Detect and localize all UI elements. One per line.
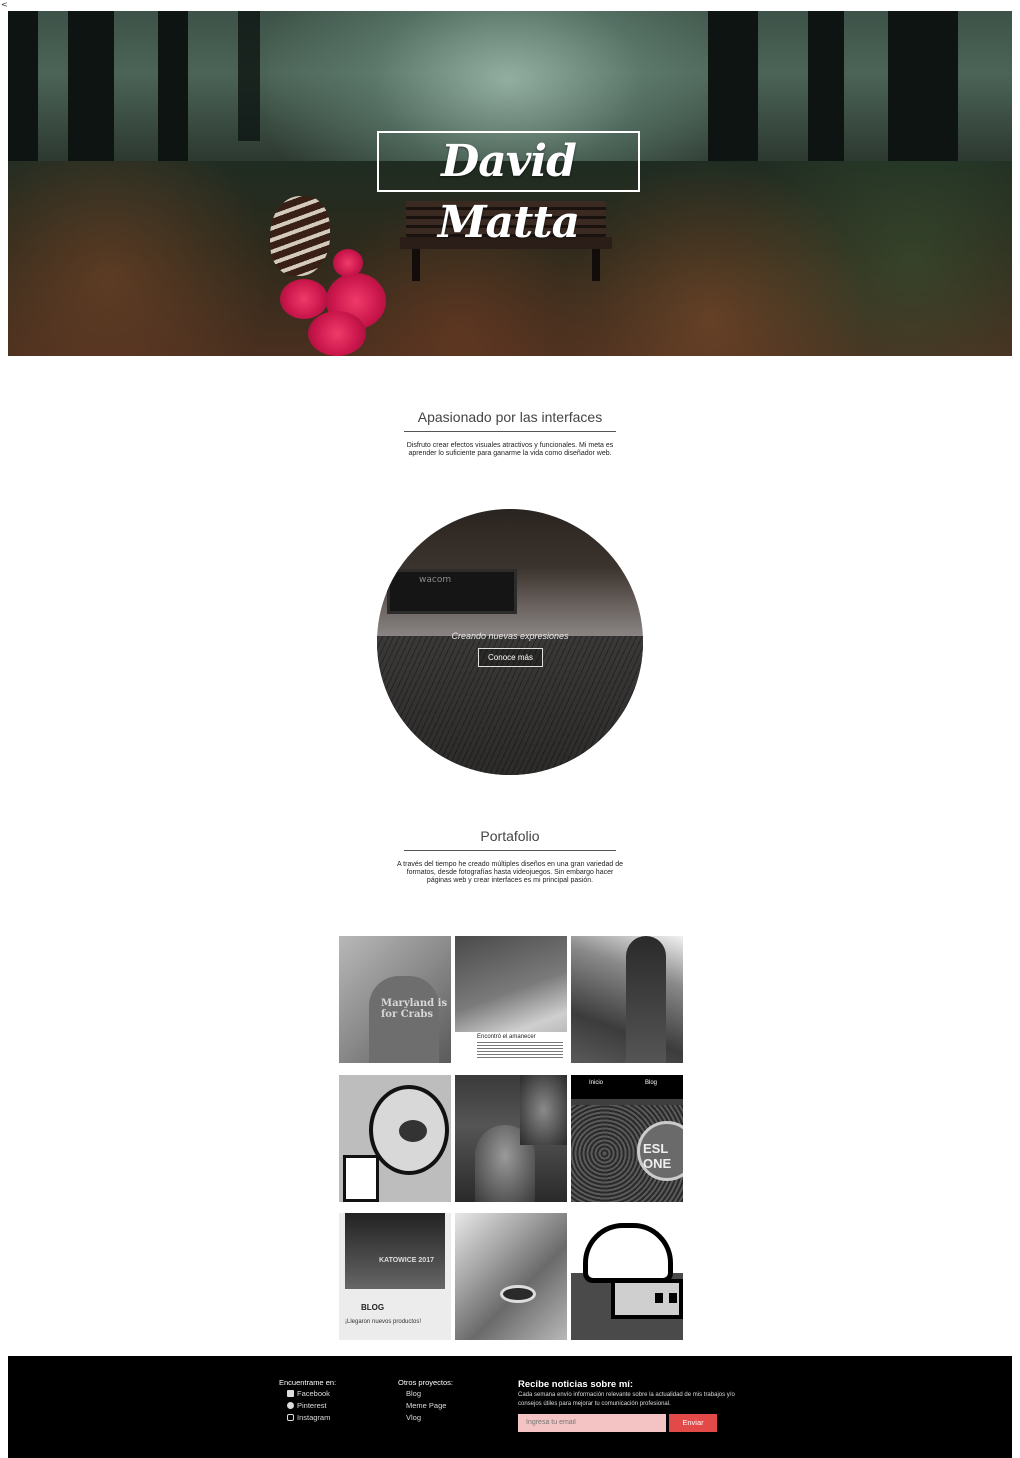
nav-item-blog: Blog (645, 1080, 658, 1086)
portfolio-tile-katowice[interactable]: KATOWICE 2017 BLOG ¡Llegaron nuevos prod… (339, 1213, 451, 1340)
social-heading: Encuentrame en: (279, 1378, 337, 1387)
portfolio-tile-maryland[interactable]: Maryland is for Crabs (339, 936, 451, 1063)
social-link-instagram[interactable]: Instagram (297, 1413, 330, 1422)
feature-circle: wacom Creando nuevas expresiones Conoce … (377, 509, 643, 775)
facebook-icon (287, 1390, 294, 1397)
social-link-pinterest[interactable]: Pinterest (297, 1401, 327, 1410)
about-divider (404, 431, 616, 432)
pinterest-icon (287, 1402, 294, 1409)
site-logo[interactable]: David Matta (377, 131, 640, 248)
feature-tagline: Creando nuevas expresiones (451, 631, 569, 641)
bench-leg (412, 249, 420, 281)
tree-trunk (888, 11, 958, 186)
projects-heading: Otros proyectos: (398, 1378, 454, 1387)
portfolio-tile-pixel[interactable] (571, 1213, 683, 1340)
about-title: Apasionado por las interfaces (417, 409, 603, 425)
pixel-eye (655, 1293, 663, 1303)
project-link-meme-page[interactable]: Meme Page (406, 1401, 446, 1410)
bench-leg (592, 249, 600, 281)
glass-shape (343, 1155, 379, 1202)
flower (308, 311, 366, 356)
portfolio-tile-portraits[interactable] (455, 1075, 567, 1202)
tile-caption: Encontró el amanecer (477, 1034, 536, 1040)
about-text-line: aprender lo suficiente para ganarme la v… (408, 450, 612, 457)
flower (333, 249, 363, 277)
newsletter-title: Recibe noticias sobre mí: (518, 1379, 634, 1390)
instagram-icon (287, 1414, 294, 1421)
tile-caption: Maryland is for Crabs (381, 998, 448, 1020)
tree-trunk (158, 11, 188, 161)
portfolio-text-line: páginas web y crear interfaces es mi pri… (426, 877, 594, 884)
portfolio-tile-toaster[interactable] (339, 1075, 451, 1202)
portfolio-text-line: A través del tiempo he creado múltiples … (396, 861, 624, 868)
project-link-blog[interactable]: Blog (406, 1389, 421, 1398)
portfolio-tile-lowpoly[interactable] (455, 1213, 567, 1340)
learn-more-button[interactable]: Conoce más (478, 648, 543, 667)
tree-trunk (238, 11, 260, 141)
portfolio-divider (404, 850, 616, 851)
portfolio-tile-amanecer[interactable]: Encontró el amanecer (455, 936, 567, 1063)
project-link-vlog[interactable]: Vlog (406, 1413, 421, 1422)
newsletter-text: Cada semana envío información relevante … (518, 1392, 735, 1407)
esl-badge-text: ESL ONE (643, 1141, 672, 1171)
banner-text: KATOWICE 2017 (379, 1257, 434, 1264)
hat-shape (399, 1120, 427, 1142)
pixel-hair (583, 1223, 673, 1283)
nav-item-inicio: Inicio (589, 1080, 604, 1086)
face-shape (520, 1075, 567, 1145)
portfolio-text-line: formatos, desde fotografías hasta videoj… (406, 869, 614, 876)
tree-trunk (808, 11, 844, 161)
butterfly (270, 196, 330, 276)
tablet-image (387, 569, 517, 614)
about-text-line: Disfruto crear efectos visuales atractiv… (406, 442, 614, 449)
social-link-facebook[interactable]: Facebook (297, 1389, 330, 1398)
portfolio-tile-esports[interactable]: Inicio Blog ESL ONE (571, 1075, 683, 1202)
flower (280, 279, 328, 319)
send-button[interactable]: Enviar (669, 1414, 717, 1432)
site-footer (8, 1356, 1012, 1458)
hero-banner: David Matta (8, 11, 1012, 356)
site-navbar (571, 1075, 683, 1099)
stray-char: < (1, 0, 8, 9)
blog-banner (345, 1213, 445, 1289)
post-text-lines (477, 1042, 563, 1060)
portfolio-tile-warrior[interactable] (571, 936, 683, 1063)
warrior-figure (626, 936, 666, 1063)
tree-trunk (68, 11, 114, 181)
email-input[interactable] (518, 1414, 666, 1432)
portfolio-text: A través del tiempo he creado múltiples … (380, 861, 640, 885)
blog-subheading: ¡Llegaron nuevos productos! (345, 1319, 422, 1325)
blog-heading: BLOG (361, 1303, 385, 1312)
pixel-eye (669, 1293, 677, 1303)
eye-shape (500, 1285, 536, 1303)
tree-trunk (708, 11, 758, 181)
about-text: Disfruto crear efectos visuales atractiv… (380, 442, 640, 458)
portfolio-title: Portafolio (480, 828, 540, 844)
tablet-brand: wacom (419, 575, 452, 585)
